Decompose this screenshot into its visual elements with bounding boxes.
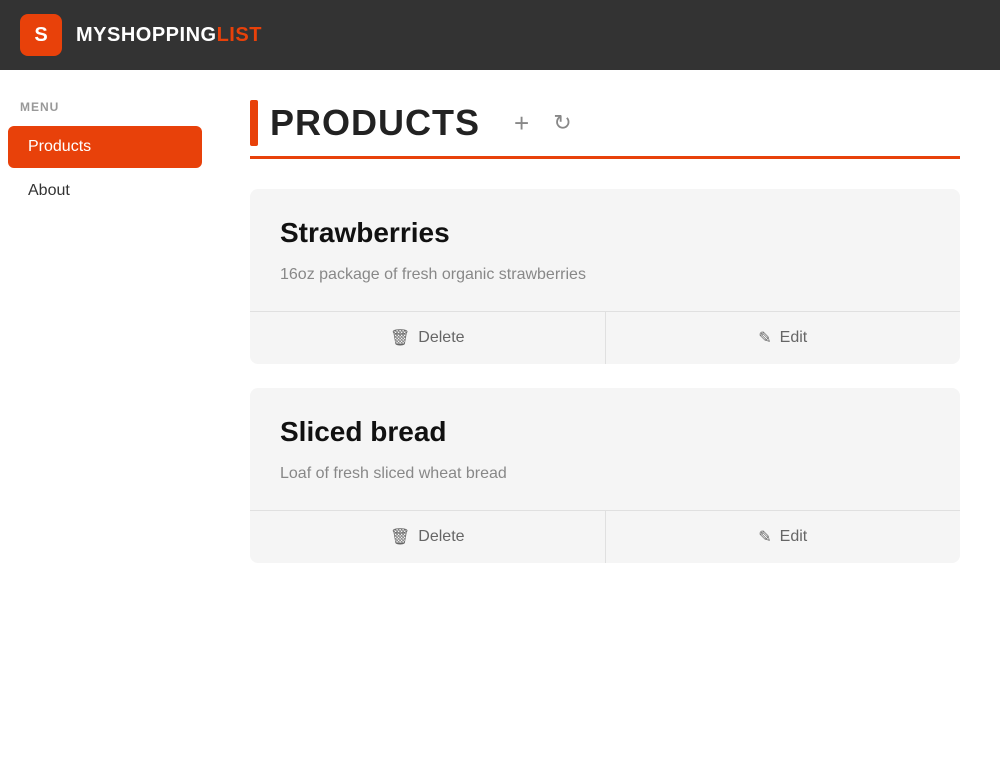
title-list: LIST	[217, 24, 262, 46]
title-shopping: SHOPPING	[107, 24, 217, 46]
sidebar-item-about[interactable]: About	[8, 170, 202, 212]
logo-letter: S	[34, 24, 47, 47]
header-actions: + ↻	[510, 104, 576, 143]
product-description: Loaf of fresh sliced wheat bread	[280, 462, 930, 486]
edit-icon: ✎	[758, 328, 771, 348]
plus-icon: +	[514, 108, 529, 139]
sidebar-item-products[interactable]: Products	[8, 126, 202, 168]
page-title: PRODUCTS	[270, 102, 480, 144]
product-card-actions: 🗑 Delete ✎ Edit	[250, 510, 960, 563]
trash-icon: 🗑	[390, 527, 410, 547]
edit-strawberries-button[interactable]: ✎ Edit	[606, 312, 961, 364]
edit-icon: ✎	[758, 527, 771, 547]
app-header: S MYSHOPPINGLIST	[0, 0, 1000, 70]
edit-label: Edit	[780, 528, 808, 546]
title-my: MY	[76, 24, 107, 46]
edit-sliced-bread-button[interactable]: ✎ Edit	[606, 511, 961, 563]
refresh-button[interactable]: ↻	[549, 106, 575, 140]
product-card-sliced-bread: Sliced bread Loaf of fresh sliced wheat …	[250, 388, 960, 563]
product-card-strawberries: Strawberries 16oz package of fresh organ…	[250, 189, 960, 364]
product-name: Sliced bread	[280, 416, 930, 448]
product-card-body: Sliced bread Loaf of fresh sliced wheat …	[250, 388, 960, 510]
product-name: Strawberries	[280, 217, 930, 249]
trash-icon: 🗑	[390, 328, 410, 348]
page-title-accent	[250, 100, 258, 146]
page-title-bar: PRODUCTS	[250, 100, 480, 146]
edit-label: Edit	[780, 329, 808, 347]
delete-label: Delete	[418, 329, 464, 347]
app-title: MYSHOPPINGLIST	[76, 24, 262, 47]
refresh-icon: ↻	[553, 110, 571, 136]
sidebar: MENU Products About	[0, 70, 210, 772]
product-description: 16oz package of fresh organic strawberri…	[280, 263, 930, 287]
delete-label: Delete	[418, 528, 464, 546]
menu-label: MENU	[0, 100, 210, 114]
app-logo: S	[20, 14, 62, 56]
main-content: PRODUCTS + ↻ Strawberries 16oz package o…	[210, 70, 1000, 772]
delete-sliced-bread-button[interactable]: 🗑 Delete	[250, 511, 606, 563]
page-header: PRODUCTS + ↻	[250, 100, 960, 159]
delete-strawberries-button[interactable]: 🗑 Delete	[250, 312, 606, 364]
product-card-actions: 🗑 Delete ✎ Edit	[250, 311, 960, 364]
add-product-button[interactable]: +	[510, 104, 533, 143]
product-card-body: Strawberries 16oz package of fresh organ…	[250, 189, 960, 311]
page-layout: MENU Products About PRODUCTS + ↻	[0, 70, 1000, 772]
